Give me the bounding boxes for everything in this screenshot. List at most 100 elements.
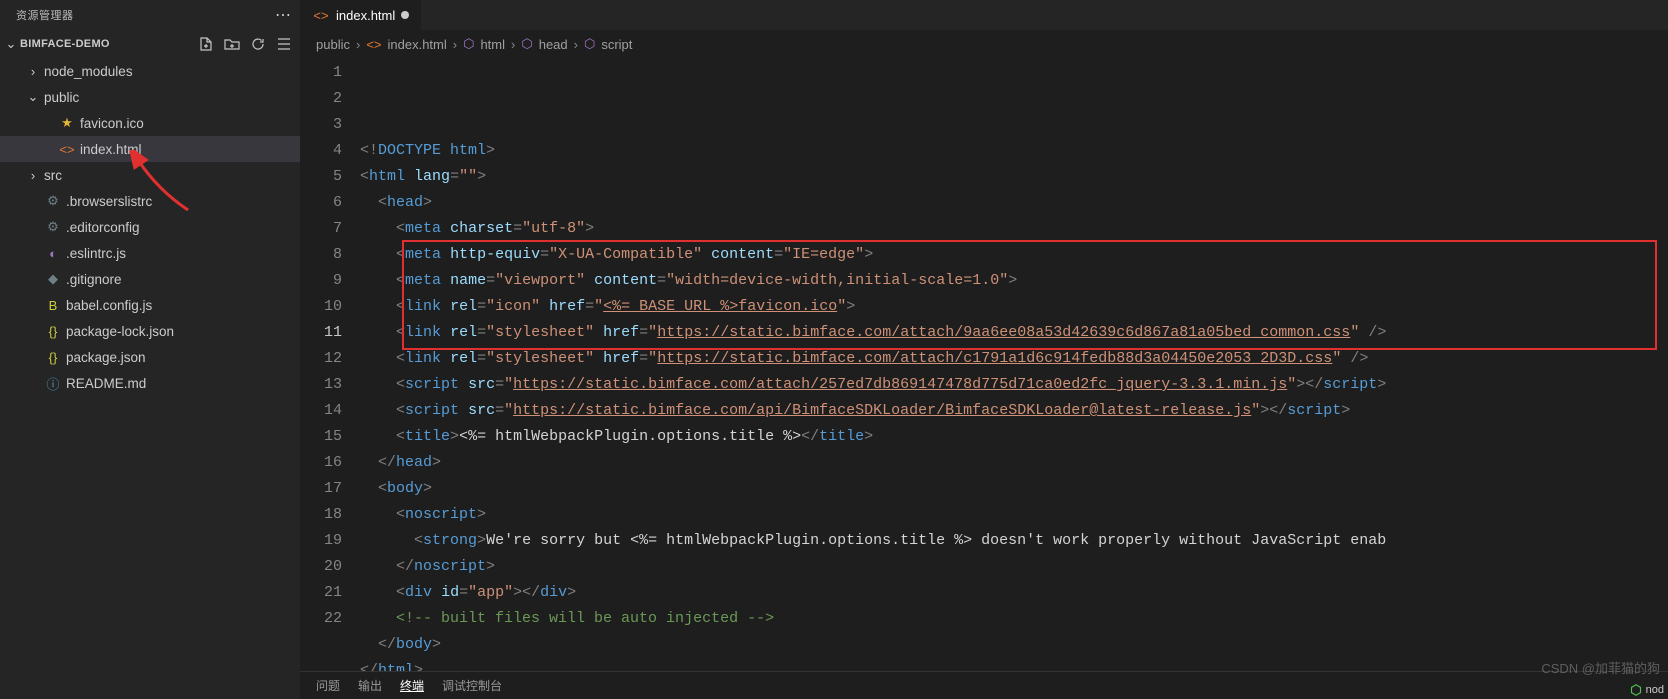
code-line[interactable]: <head> — [360, 190, 1668, 216]
code-line[interactable]: <div id="app"></div> — [360, 580, 1668, 606]
file-label: public — [44, 90, 79, 105]
project-name: BIMFACE-DEMO — [20, 38, 110, 50]
line-number: 22 — [300, 606, 342, 632]
breadcrumb-segment[interactable]: public — [316, 37, 350, 52]
collapse-icon[interactable] — [276, 36, 292, 52]
chevron-right-icon: › — [356, 37, 360, 52]
breadcrumb-segment[interactable]: html — [480, 37, 505, 52]
code-line[interactable]: </head> — [360, 450, 1668, 476]
chevron-down-icon: ⌄ — [4, 36, 18, 52]
code-line[interactable]: <link rel="stylesheet" href="https://sta… — [360, 320, 1668, 346]
html-icon: <> — [312, 8, 330, 23]
code-line[interactable]: <title><%= htmlWebpackPlugin.options.tit… — [360, 424, 1668, 450]
line-number: 16 — [300, 450, 342, 476]
file-icon: ⚙ — [44, 193, 62, 209]
file-tree: ›node_modules⌄public ★ favicon.ico <>index.… — [0, 58, 300, 400]
tree-item-readme-md[interactable]: ⓘREADME.md — [0, 370, 300, 396]
tree-item-node-modules[interactable]: ›node_modules — [0, 58, 300, 84]
file-label: .editorconfig — [66, 220, 140, 235]
file-icon: ◆ — [44, 271, 62, 287]
tree-item-package-json[interactable]: {} package.json — [0, 344, 300, 370]
tree-item-package-lock-json[interactable]: {}package-lock.json — [0, 318, 300, 344]
tree-item-favicon-ico[interactable]: ★ favicon.ico — [0, 110, 300, 136]
file-icon: ◐ — [44, 246, 62, 261]
panel-tab-问题[interactable]: 问题 — [316, 677, 340, 694]
breadcrumb-segment[interactable]: index.html — [388, 37, 447, 52]
code-line[interactable]: <script src="https://static.bimface.com/… — [360, 398, 1668, 424]
breadcrumb-icon: ⬡ — [584, 36, 595, 52]
code-line[interactable]: <meta http-equiv="X-UA-Compatible" conte… — [360, 242, 1668, 268]
file-label: src — [44, 168, 62, 183]
tree-item--editorconfig[interactable]: ⚙ .editorconfig — [0, 214, 300, 240]
code-line[interactable]: <body> — [360, 476, 1668, 502]
tree-item--gitignore[interactable]: ◆.gitignore — [0, 266, 300, 292]
code-line[interactable]: <script src="https://static.bimface.com/… — [360, 372, 1668, 398]
new-folder-icon[interactable] — [224, 36, 240, 52]
bottom-panel: 问题 输出 终端 调试控制台 — [300, 671, 1668, 699]
line-number: 5 — [300, 164, 342, 190]
file-label: package.json — [66, 350, 146, 365]
code-line[interactable]: <!-- built files will be auto injected -… — [360, 606, 1668, 632]
code-line[interactable]: </body> — [360, 632, 1668, 658]
code-line[interactable]: <meta name="viewport" content="width=dev… — [360, 268, 1668, 294]
tree-item-public[interactable]: ⌄public — [0, 84, 300, 110]
project-header[interactable]: ⌄ BIMFACE-DEMO — [0, 30, 300, 58]
code-line[interactable]: </noscript> — [360, 554, 1668, 580]
breadcrumb-icon: ⬡ — [463, 36, 474, 52]
line-number: 11 — [300, 320, 342, 346]
file-label: favicon.ico — [80, 116, 144, 131]
file-icon: ★ — [58, 115, 76, 131]
tab-index-html[interactable]: <> index.html — [300, 0, 422, 30]
project-actions — [198, 36, 292, 52]
editor-area: <> index.html public›<>index.html›⬡html›… — [300, 0, 1668, 699]
code-line[interactable]: <meta charset="utf-8"> — [360, 216, 1668, 242]
explorer-header: 资源管理器 ⋯ — [0, 0, 300, 30]
line-number: 2 — [300, 86, 342, 112]
editor[interactable]: 12345678910111213141516171819202122 <!DO… — [300, 58, 1668, 671]
code-line[interactable]: <link rel="icon" href="<%= BASE_URL %>fa… — [360, 294, 1668, 320]
code-line[interactable]: <link rel="stylesheet" href="https://sta… — [360, 346, 1668, 372]
tree-item-src[interactable]: ›src — [0, 162, 300, 188]
panel-tab-终端[interactable]: 终端 — [400, 677, 424, 694]
tab-bar: <> index.html — [300, 0, 1668, 30]
breadcrumb-icon: <> — [366, 37, 381, 52]
line-number: 20 — [300, 554, 342, 580]
line-number: 8 — [300, 242, 342, 268]
line-number: 13 — [300, 372, 342, 398]
line-number: 14 — [300, 398, 342, 424]
code-line[interactable]: <noscript> — [360, 502, 1668, 528]
nodejs-icon — [1630, 684, 1642, 696]
file-icon: ⓘ — [44, 374, 62, 393]
file-icon: {} — [44, 350, 62, 365]
modified-dot-icon — [401, 11, 409, 19]
file-icon: B — [44, 298, 62, 313]
line-number: 4 — [300, 138, 342, 164]
code-area[interactable]: <!DOCTYPE html><html lang=""> <head> <me… — [360, 58, 1668, 671]
breadcrumb-segment[interactable]: script — [601, 37, 632, 52]
file-icon: ⚙ — [44, 219, 62, 235]
breadcrumb[interactable]: public›<>index.html›⬡html›⬡head›⬡script — [300, 30, 1668, 58]
code-line[interactable]: <strong>We're sorry but <%= htmlWebpackP… — [360, 528, 1668, 554]
panel-tab-输出[interactable]: 输出 — [358, 677, 382, 694]
more-icon[interactable]: ⋯ — [275, 5, 292, 25]
file-label: index.html — [80, 142, 142, 157]
line-number: 10 — [300, 294, 342, 320]
code-line[interactable]: <!DOCTYPE html> — [360, 138, 1668, 164]
breadcrumb-segment[interactable]: head — [539, 37, 568, 52]
tree-item--browserslistrc[interactable]: ⚙.browserslistrc — [0, 188, 300, 214]
tree-item-index-html[interactable]: <>index.html — [0, 136, 300, 162]
line-number: 3 — [300, 112, 342, 138]
chevron-right-icon: › — [453, 37, 457, 52]
new-file-icon[interactable] — [198, 36, 214, 52]
line-number: 7 — [300, 216, 342, 242]
panel-tab-调试控制台[interactable]: 调试控制台 — [442, 677, 502, 694]
tree-item--eslintrc-js[interactable]: ◐.eslintrc.js — [0, 240, 300, 266]
line-gutter: 12345678910111213141516171819202122 — [300, 58, 360, 671]
code-line[interactable]: </html> — [360, 658, 1668, 671]
project-left: ⌄ BIMFACE-DEMO — [4, 36, 110, 52]
refresh-icon[interactable] — [250, 36, 266, 52]
file-label: package-lock.json — [66, 324, 174, 339]
code-line[interactable]: <html lang=""> — [360, 164, 1668, 190]
file-label: node_modules — [44, 64, 133, 79]
tree-item-babel-config-js[interactable]: Bbabel.config.js — [0, 292, 300, 318]
